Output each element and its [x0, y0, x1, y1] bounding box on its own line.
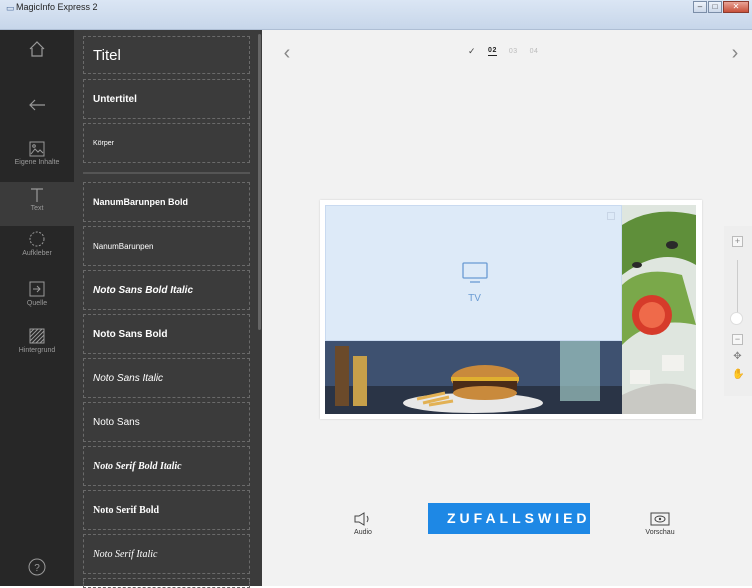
help-button[interactable]: ?	[0, 558, 74, 576]
back-button[interactable]	[0, 98, 74, 112]
rail-label: Quelle	[26, 300, 48, 307]
audio-button[interactable]: Audio	[348, 512, 378, 536]
font-item[interactable]: Noto Sans Bold	[83, 314, 250, 354]
page-03[interactable]: 03	[509, 48, 518, 55]
minimize-button[interactable]: –	[693, 1, 707, 13]
window-title: MagicInfo Express 2	[16, 2, 98, 12]
next-page-button[interactable]: ›	[720, 38, 750, 68]
hand-icon[interactable]: ✋	[732, 370, 744, 381]
source-icon	[29, 281, 45, 297]
font-item[interactable]	[83, 578, 250, 588]
background-icon	[29, 328, 45, 344]
rail-item-eigene-inhalte[interactable]: Eigene Inhalte	[0, 138, 74, 182]
preview-button[interactable]: Vorschau	[640, 512, 680, 536]
rail-item-text[interactable]: Text	[0, 182, 74, 226]
back-arrow-icon	[29, 99, 45, 111]
burger-photo	[325, 341, 622, 414]
rail-item-aufkleber[interactable]: Aufkleber	[0, 230, 74, 274]
close-button[interactable]: ✕	[723, 1, 749, 13]
image-icon	[29, 141, 45, 157]
move-icon[interactable]: ✥	[732, 352, 743, 363]
window-titlebar: ▭ MagicInfo Express 2 – □ ✕	[0, 0, 752, 30]
chevron-right-icon: ›	[731, 42, 739, 64]
zoom-slider-knob[interactable]	[730, 312, 743, 325]
home-button[interactable]	[0, 40, 74, 58]
divider	[83, 172, 250, 174]
zoom-in-button[interactable]: +	[732, 236, 743, 247]
font-item[interactable]: NanumBarunpen Bold	[83, 182, 250, 222]
maximize-button[interactable]: □	[708, 1, 722, 13]
svg-text:?: ?	[34, 563, 40, 574]
food-image-zone[interactable]	[325, 341, 622, 414]
tv-icon	[462, 262, 488, 283]
font-panel: Titel Untertitel Körper NanumBarunpen Bo…	[74, 30, 262, 588]
font-item[interactable]: NanumBarunpen	[83, 226, 250, 266]
editor-area: ‹ › ✓ 02 03 04 TV + − ✥ ✋ Audio ZUFALLSW…	[262, 30, 752, 586]
font-item[interactable]: Noto Serif Bold Italic	[83, 446, 250, 486]
font-preset-untertitel[interactable]: Untertitel	[83, 79, 250, 119]
font-item[interactable]: Noto Sans	[83, 402, 250, 442]
font-item[interactable]: Noto Sans Italic	[83, 358, 250, 398]
rail-label: Hintergrund	[18, 347, 56, 354]
salad-image-zone[interactable]	[622, 205, 696, 414]
prev-page-button[interactable]: ‹	[272, 38, 302, 68]
layout-canvas: TV	[320, 200, 702, 419]
home-icon	[29, 41, 45, 57]
rail-label: Eigene Inhalte	[14, 159, 60, 166]
font-item[interactable]: Noto Serif Italic	[83, 534, 250, 574]
rail-label: Aufkleber	[22, 250, 52, 257]
zoom-track[interactable]	[737, 260, 738, 316]
font-preset-titel[interactable]: Titel	[83, 36, 250, 74]
text-icon	[31, 188, 43, 202]
tool-rail: Eigene Inhalte Text Aufkleber Quelle Hin…	[0, 30, 74, 586]
rail-item-hintergrund[interactable]: Hintergrund	[0, 327, 74, 371]
eye-icon	[650, 512, 670, 526]
zoom-controls: + − ✥ ✋	[724, 226, 752, 396]
page-02[interactable]: 02	[488, 47, 497, 56]
check-icon[interactable]: ✓	[468, 46, 476, 57]
random-playback-button[interactable]: ZUFALLSWIEDERGABE	[428, 503, 590, 534]
page-indicator: ✓ 02 03 04	[468, 46, 550, 57]
tv-zone-label: TV	[468, 293, 481, 304]
zoom-out-button[interactable]: −	[732, 334, 743, 345]
rail-item-quelle[interactable]: Quelle	[0, 280, 74, 324]
salad-photo	[622, 205, 696, 414]
help-icon: ?	[28, 558, 46, 576]
speaker-icon	[354, 512, 369, 526]
magicinfo-app-icon: ▭	[6, 3, 15, 13]
tv-zone[interactable]: TV	[325, 205, 622, 341]
sticker-icon	[29, 231, 45, 247]
chevron-left-icon: ‹	[283, 42, 291, 64]
font-item[interactable]: Noto Serif Bold	[83, 490, 250, 530]
font-preset-koerper[interactable]: Körper	[83, 123, 250, 163]
window-controls: – □ ✕	[692, 1, 749, 13]
panel-scrollbar[interactable]	[258, 34, 261, 330]
preview-label: Vorschau	[645, 529, 675, 536]
zone-corner-handle[interactable]	[607, 212, 615, 220]
audio-label: Audio	[354, 529, 372, 536]
page-04[interactable]: 04	[530, 48, 539, 55]
font-item[interactable]: Noto Sans Bold Italic	[83, 270, 250, 310]
rail-label: Text	[30, 205, 44, 212]
